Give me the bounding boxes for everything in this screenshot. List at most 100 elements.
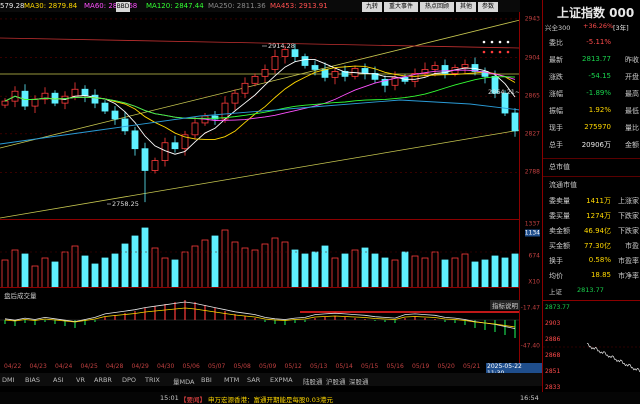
volume-bar (511, 253, 519, 287)
indicator-tab-BBI[interactable]: BBI (201, 376, 212, 384)
toolbar-button-热点回顾[interactable]: 热点回顾 (420, 2, 454, 12)
quote-row-label2: 上涨家 (618, 197, 639, 205)
bbd-button[interactable]: BBD (116, 2, 130, 12)
ma-value-label: MA250: 2811.36 (208, 2, 266, 10)
date-tick: 05/09 (259, 363, 277, 370)
date-tick: 05/19 (412, 363, 430, 370)
quote-row-label2: 市盈 (625, 242, 639, 250)
candle (301, 56, 309, 66)
intraday-mini-chart[interactable]: 2873.77 2903 2886 2868 2851 2833 (542, 300, 640, 392)
toolbar-button-重大事件[interactable]: 重大事件 (384, 2, 418, 12)
quote-row: 振幅 1.92% 最低 (543, 106, 640, 120)
candle (251, 75, 259, 84)
quote-row-value: -1.89% (586, 89, 611, 97)
quote-row-label2: 开盘 (625, 73, 639, 81)
quote-row-label: 总手 (549, 141, 563, 149)
candle (81, 88, 89, 96)
market-value-label: 流通市值 (549, 181, 577, 189)
toolbar-button-其他[interactable]: 其他 (456, 2, 476, 12)
price-tick: 2827 (524, 130, 540, 138)
quote-row-label2: 量比 (625, 124, 639, 132)
quote-row: 涨跌 -54.15 开盘 (543, 72, 640, 86)
quote-row-label2: 下跌家 (618, 212, 639, 220)
candle (91, 94, 99, 104)
quote-row-label: 最新 (549, 56, 563, 64)
mini-index-value: 2813.77 (577, 286, 604, 294)
volume-bar (151, 247, 159, 287)
volume-bar (191, 245, 199, 287)
fund-name[interactable]: 兴全300 (545, 22, 570, 32)
quote-row: 涨幅 -1.89% 最高 (543, 89, 640, 103)
quote-row-label2: 最低 (625, 107, 639, 115)
volume-tick: X10 (528, 278, 540, 286)
quote-row: 委比 -5.11% (543, 38, 640, 52)
toolbar-button-参数[interactable]: 参数 (478, 2, 498, 12)
quote-row-label: 买金额 (549, 242, 570, 250)
volume-tick: 1134 (524, 229, 540, 237)
indicator-tab-DPO[interactable]: DPO (122, 376, 136, 384)
status-time: 15:01 (160, 394, 179, 402)
volume-bar (291, 249, 299, 287)
indicator-tab-EXPMA[interactable]: EXPMA (270, 376, 293, 384)
volume-bar (81, 255, 89, 287)
volume-bar (451, 257, 459, 287)
volume-bar (251, 249, 259, 287)
quote-row-value: 275970 (584, 123, 611, 131)
volume-bar (381, 257, 389, 287)
quote-row-value: 46.94亿 (583, 227, 611, 235)
ma-value-label: MA30: 2879.84 (24, 2, 78, 10)
indicator-tab-陆股通[interactable]: 陆股通 (303, 376, 323, 386)
quote-row-label: 委比 (549, 39, 563, 47)
indicator-tab-深股通[interactable]: 深股通 (349, 376, 369, 386)
indicator-tab-ARBR[interactable]: ARBR (94, 376, 112, 384)
candle (331, 71, 339, 78)
indicator-tab-沪股通[interactable]: 沪股通 (326, 376, 346, 386)
volume-bar (121, 243, 129, 287)
candle (231, 92, 239, 104)
date-tick: 05/14 (335, 363, 353, 370)
quote-row-value: 0.58% (588, 256, 611, 264)
quote-row-label: 振幅 (549, 107, 563, 115)
indicator-help-button[interactable]: 指标说明 (490, 300, 520, 310)
indicator-tab-量MDA[interactable]: 量MDA (173, 376, 194, 386)
market-value-label: 总市值 (549, 163, 570, 171)
toolbar-button-九转[interactable]: 九转 (362, 2, 382, 12)
indicator-tab-BIAS[interactable]: BIAS (25, 376, 40, 384)
candle (431, 65, 439, 70)
volume-bar (311, 251, 319, 287)
news-status-bar[interactable]: 15:01 【要闻】 申万宏源香港：富通开期能是每股0.03港元 16:54 (0, 392, 640, 404)
candle (121, 118, 129, 132)
quote-row: 买金额 77.30亿 市盈 (543, 241, 640, 255)
indicator-tab-MTM[interactable]: MTM (224, 376, 239, 384)
mini-tick: 2903 (545, 320, 560, 327)
quote-row-label: 现手 (549, 124, 563, 132)
indicator-tab-SAR[interactable]: SAR (247, 376, 260, 384)
quote-row: 委卖量 1411万 上涨家 (543, 196, 640, 210)
ma-legend-bar: 579.28 MA30: 2879.84 MA60: 2873.68 MA120: 2… (0, 0, 520, 12)
indicator-tab-TRIX[interactable]: TRIX (145, 376, 160, 384)
indicator-tab-bar[interactable]: DMI BIAS ASI VR ARBR DPO TRIX 量MDA BBI MTM SAR EXPM… (0, 373, 542, 386)
date-tick: 05/16 (386, 363, 404, 370)
volume-bar (51, 261, 59, 287)
indicator-tab-VR[interactable]: VR (76, 376, 85, 384)
candle (461, 64, 469, 68)
candle (31, 98, 39, 107)
quote-row-value: 1.92% (588, 106, 611, 114)
volume-bar (171, 259, 179, 287)
market-value-row: 总市值 (543, 158, 640, 172)
candlestick-chart[interactable]: 2914.28 2758.25 2864.21~2863 (0, 12, 520, 220)
news-ticker[interactable]: 申万宏源香港：富通开期能是每股0.03港元 (208, 394, 333, 404)
quote-row-label: 均价 (549, 272, 563, 280)
ma-value-label: MA453: 2913.91 (270, 2, 328, 10)
volume-bar (501, 257, 509, 287)
mini-tick: 2851 (545, 368, 560, 375)
indicator-tab-DMI[interactable]: DMI (2, 376, 15, 384)
volume-bar (371, 253, 379, 287)
volume-bar (471, 261, 479, 287)
volume-chart[interactable] (0, 220, 520, 288)
ma-value-label: 579.28 (0, 2, 25, 10)
mini-index-name: 上证 (549, 288, 562, 296)
mini-tick: 2886 (545, 336, 560, 343)
quote-row-label: 涨幅 (549, 90, 563, 98)
indicator-tab-ASI[interactable]: ASI (53, 376, 64, 384)
